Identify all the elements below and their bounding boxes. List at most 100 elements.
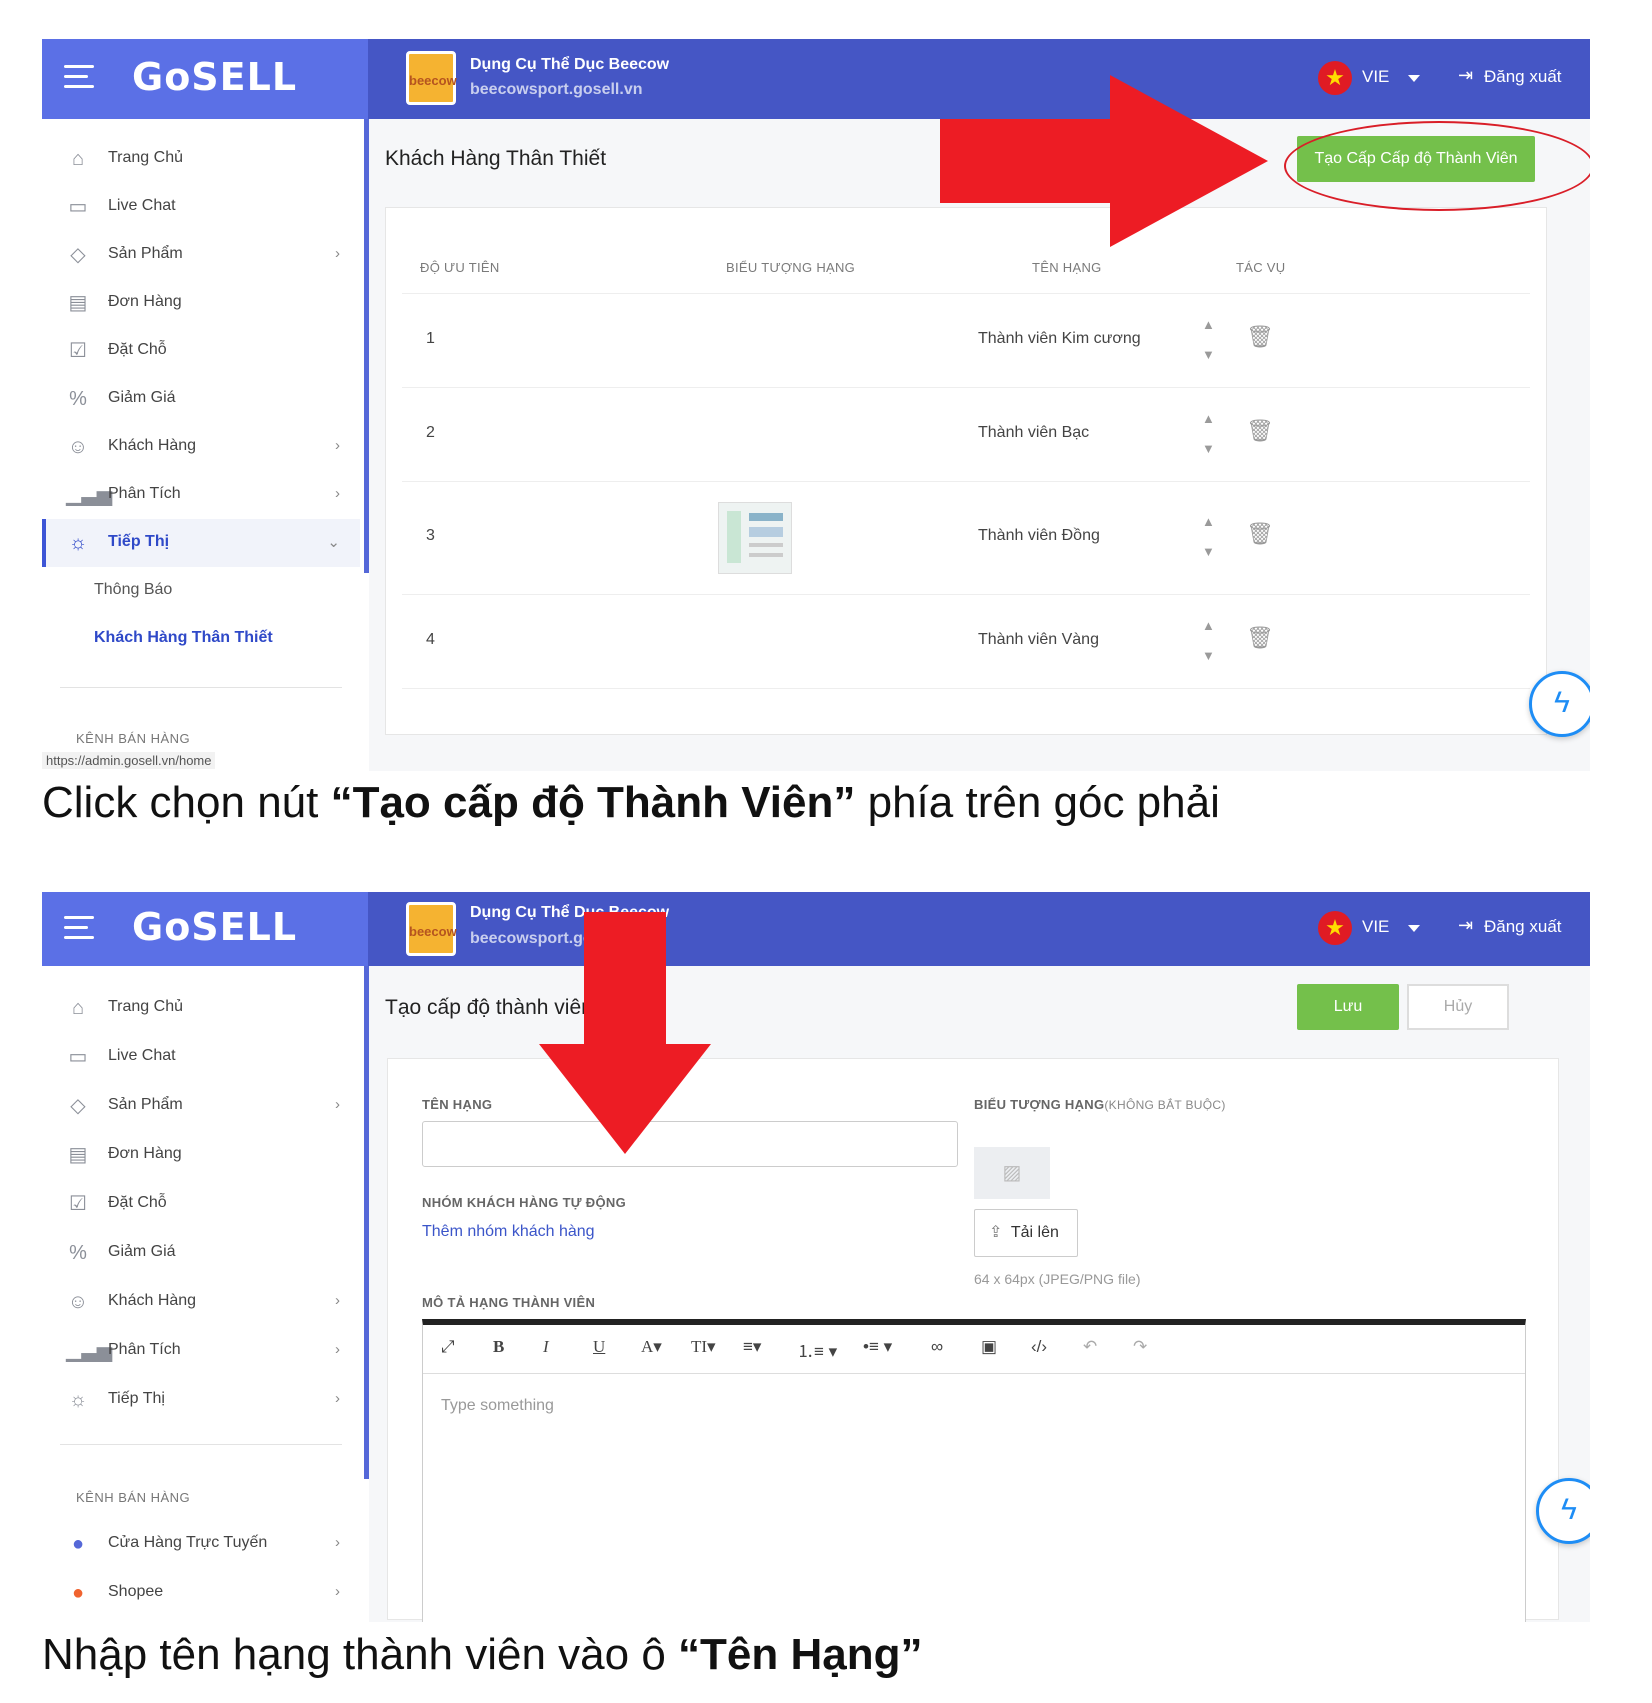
sidebar-item-discounts[interactable]: % Giảm Giá: [42, 375, 360, 423]
order-icon: ▤: [68, 292, 88, 314]
caption-emphasis: “Tên Hạng”: [678, 1630, 923, 1679]
text-size-icon[interactable]: TI▾: [691, 1337, 716, 1357]
chevron-down-icon[interactable]: [1408, 925, 1420, 932]
page-title: Tạo cấp độ thành viên: [385, 996, 593, 1019]
editor-placeholder: Type something: [441, 1397, 554, 1414]
reorder-arrows-icon[interactable]: ▲ ▼: [1202, 404, 1215, 464]
sidebar-item-home[interactable]: ⌂ Trang Chủ: [42, 984, 360, 1032]
logout-icon[interactable]: ⇥: [1458, 65, 1473, 86]
rich-text-editor[interactable]: ⤢ B I U A▾ TI▾ ≡▾ ⒈≡ ▾ •≡ ▾ ∞ ▣ ‹/› ↶ ↷ …: [422, 1319, 1526, 1622]
chevron-down-icon[interactable]: [1408, 75, 1420, 82]
language-selector[interactable]: VIE: [1362, 67, 1389, 87]
tier-icon-image: [718, 502, 792, 574]
chevron-right-icon: ›: [335, 437, 340, 454]
trash-icon[interactable]: 🗑: [1246, 324, 1274, 350]
trash-icon[interactable]: 🗑: [1246, 625, 1274, 651]
sidebar-item-home[interactable]: ⌂ Trang Chủ: [42, 135, 360, 183]
sidebar-item-products[interactable]: ◇ Sản Phẩm ›: [42, 1082, 360, 1130]
sidebar-item-discounts[interactable]: % Giảm Giá: [42, 1229, 360, 1277]
column-header-name: TÊN HẠNG: [1032, 260, 1102, 275]
sidebar-item-live-chat[interactable]: ▭ Live Chat: [42, 1033, 360, 1081]
bulb-icon: ☼: [68, 532, 88, 554]
row-tier-name: Thành viên Vàng: [978, 631, 1099, 648]
column-header-priority: ĐỘ ƯU TIÊN: [420, 260, 500, 275]
underline-icon[interactable]: U: [593, 1337, 605, 1357]
store-url: beecowsport.gosell.vn: [470, 81, 643, 98]
unordered-list-icon[interactable]: •≡ ▾: [863, 1337, 892, 1357]
sidebar-item-marketing[interactable]: ☼ Tiếp Thị ›: [42, 1376, 360, 1424]
sidebar-item-live-chat[interactable]: ▭ Live Chat: [42, 183, 360, 231]
reorder-arrows-icon[interactable]: ▲ ▼: [1202, 507, 1215, 567]
upload-button[interactable]: ⇪ Tải lên: [974, 1209, 1078, 1257]
reorder-arrows-icon[interactable]: ▲ ▼: [1202, 310, 1215, 370]
sidebar-item-online-store[interactable]: ● Cửa Hàng Trực Tuyến ›: [42, 1520, 360, 1568]
top-bar: GoSELL beecow Dụng Cụ Thể Dục Beecow bee…: [42, 892, 1590, 966]
page-title: Khách Hàng Thân Thiết: [385, 147, 607, 170]
messenger-icon[interactable]: ϟ: [1529, 671, 1590, 737]
language-selector[interactable]: VIE: [1362, 917, 1389, 937]
chevron-right-icon: ›: [335, 245, 340, 262]
calendar-icon: ☑: [69, 340, 87, 362]
chevron-right-icon: ›: [335, 1096, 340, 1113]
table-row: 4 Thành viên Vàng ▲ ▼ 🗑: [402, 595, 1530, 689]
chevron-right-icon: ›: [335, 1583, 340, 1600]
caption-text: phía trên góc phải: [855, 778, 1220, 827]
store-name: Dụng Cụ Thể Dục Beecow: [470, 56, 670, 73]
trash-icon[interactable]: 🗑: [1246, 418, 1274, 444]
chevron-down-icon: ⌄: [327, 534, 340, 551]
upload-label: Tải lên: [1010, 1224, 1059, 1241]
ordered-list-icon[interactable]: ⒈≡ ▾: [797, 1337, 837, 1362]
sidebar-item-shopee[interactable]: ● Shopee ›: [42, 1569, 360, 1617]
sidebar-item-label: Giảm Giá: [108, 389, 176, 406]
insert-image-icon[interactable]: ▣: [981, 1337, 997, 1357]
sidebar-item-customers[interactable]: ☺ Khách Hàng ›: [42, 1278, 360, 1326]
link-icon[interactable]: ∞: [931, 1337, 943, 1357]
upload-hint: 64 x 64px (JPEG/PNG file): [974, 1271, 1141, 1287]
table-row: 1 Thành viên Kim cương ▲ ▼ 🗑: [402, 294, 1530, 388]
sidebar-item-products[interactable]: ◇ Sản Phẩm ›: [42, 231, 360, 279]
caption-step-2: Nhập tên hạng thành viên vào ô “Tên Hạng…: [42, 1630, 923, 1680]
sidebar-item-label: Giảm Giá: [108, 1243, 176, 1260]
align-icon[interactable]: ≡▾: [743, 1337, 761, 1357]
sidebar-item-label: Đơn Hàng: [108, 1145, 182, 1162]
menu-icon[interactable]: [64, 916, 94, 940]
cancel-button[interactable]: Hủy: [1407, 984, 1509, 1030]
sidebar-item-label: Phân Tích: [108, 485, 181, 502]
bold-icon[interactable]: B: [493, 1337, 504, 1357]
vietnam-flag-icon[interactable]: ★: [1318, 61, 1352, 95]
sidebar-item-booking[interactable]: ☑ Đặt Chỗ: [42, 327, 360, 375]
store-logo: beecow: [406, 51, 457, 105]
chevron-right-icon: ›: [335, 485, 340, 502]
logout-link[interactable]: Đăng xuất: [1484, 67, 1562, 87]
sidebar-item-label: Đặt Chỗ: [108, 341, 167, 358]
font-color-icon[interactable]: A▾: [641, 1337, 662, 1357]
logout-icon[interactable]: ⇥: [1458, 915, 1473, 936]
code-icon[interactable]: ‹/›: [1031, 1337, 1047, 1357]
sidebar-subitem-notifications[interactable]: Thông Báo: [94, 581, 172, 599]
row-tier-name: Thành viên Đồng: [978, 527, 1100, 544]
logout-link[interactable]: Đăng xuất: [1484, 917, 1562, 937]
sidebar-item-customers[interactable]: ☺ Khách Hàng ›: [42, 423, 360, 471]
add-customer-group-link[interactable]: Thêm nhóm khách hàng: [422, 1223, 595, 1241]
undo-icon[interactable]: ↶: [1083, 1337, 1097, 1357]
italic-icon[interactable]: I: [543, 1337, 549, 1357]
brand-area: GoSELL: [42, 892, 368, 966]
vietnam-flag-icon[interactable]: ★: [1318, 911, 1352, 945]
sidebar-item-marketing[interactable]: ☼ Tiếp Thị ⌄: [42, 519, 360, 567]
sidebar-item-orders[interactable]: ▤ Đơn Hàng: [42, 1131, 360, 1179]
trash-icon[interactable]: 🗑: [1246, 521, 1274, 547]
sidebar-item-label: Tiếp Thị: [108, 1390, 165, 1407]
screenshot-loyal-customers: GoSELL beecow Dụng Cụ Thể Dục Beecow bee…: [42, 39, 1590, 771]
sidebar-item-analytics[interactable]: ▁▃▅ Phân Tích ›: [42, 1327, 360, 1375]
sidebar-item-label: Khách Hàng: [108, 437, 197, 454]
reorder-arrows-icon[interactable]: ▲ ▼: [1202, 611, 1215, 671]
redo-icon[interactable]: ↷: [1133, 1337, 1147, 1357]
sidebar-subitem-loyal-customers[interactable]: Khách Hàng Thân Thiết: [94, 629, 273, 647]
sidebar-item-booking[interactable]: ☑ Đặt Chỗ: [42, 1180, 360, 1228]
save-button[interactable]: Lưu: [1297, 984, 1399, 1030]
fullscreen-icon[interactable]: ⤢: [441, 1337, 455, 1357]
sidebar-item-analytics[interactable]: ▁▃▅ Phân Tích ›: [42, 471, 360, 519]
sidebar-item-orders[interactable]: ▤ Đơn Hàng: [42, 279, 360, 327]
menu-icon[interactable]: [64, 65, 94, 89]
store-logo: beecow: [406, 902, 457, 956]
